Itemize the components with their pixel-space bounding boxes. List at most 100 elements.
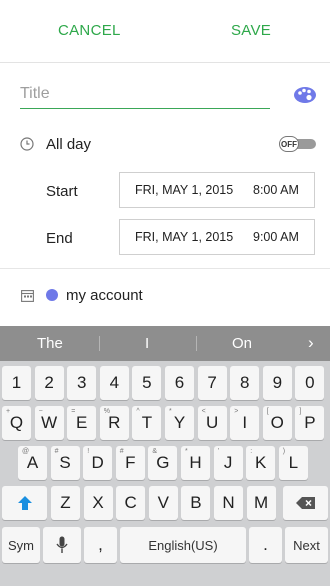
key-label: T <box>141 413 153 432</box>
key-label: Sym <box>8 537 34 553</box>
key-hint: & <box>152 448 158 455</box>
key-f[interactable]: # F <box>115 446 145 480</box>
toggle-state-label: OFF <box>279 136 299 152</box>
key-e[interactable]: = E <box>67 406 97 440</box>
microphone-icon <box>56 536 68 553</box>
expand-suggestions-icon[interactable]: › <box>308 333 314 353</box>
key-hint: [ <box>266 408 269 415</box>
key-hint: * <box>169 408 172 415</box>
key-3[interactable]: 3 <box>67 366 97 400</box>
key-label: 8 <box>239 373 250 392</box>
key-r[interactable]: % R <box>99 406 129 440</box>
key-o[interactable]: [O <box>262 406 292 440</box>
key-w[interactable]: − W <box>34 406 64 440</box>
clock-icon <box>20 137 34 151</box>
key-hint: # <box>119 448 124 455</box>
suggestion-1[interactable]: The <box>37 335 63 352</box>
key-6[interactable]: 6 <box>165 366 194 400</box>
key-hint: # <box>54 448 59 455</box>
key-label: S <box>59 453 71 472</box>
key-label: D <box>91 453 104 472</box>
cancel-button[interactable]: CANCEL <box>58 22 121 39</box>
backspace-icon[interactable] <box>283 486 328 520</box>
key-label: 7 <box>207 373 217 392</box>
key-label: E <box>76 413 88 432</box>
key-g[interactable]: & G <box>148 446 178 480</box>
key-9[interactable]: 9 <box>262 366 292 400</box>
key-z[interactable]: Z <box>51 486 80 520</box>
shift-icon[interactable] <box>2 486 47 520</box>
key-label: Z <box>60 493 71 512</box>
shift-arrow-icon <box>17 496 32 510</box>
key-hint: % <box>103 408 111 415</box>
key-label: . <box>263 535 268 554</box>
key-2[interactable]: 2 <box>34 366 64 400</box>
key-label: Q <box>9 413 24 432</box>
key-1[interactable]: 1 <box>2 366 31 400</box>
key-a[interactable]: @ A <box>18 446 47 480</box>
space-key[interactable]: English(US) <box>120 527 246 563</box>
next-key[interactable]: Next <box>285 527 328 563</box>
key-label: Y <box>173 413 186 432</box>
key-label: W <box>41 413 58 432</box>
key-k[interactable]: :K <box>246 446 276 480</box>
key-v[interactable]: V <box>148 486 178 520</box>
key-label: R <box>108 413 121 432</box>
key-hint: < <box>201 408 206 415</box>
comma-key[interactable]: , <box>84 527 117 563</box>
key-u[interactable]: < U <box>197 406 227 440</box>
key-d[interactable]: ! D <box>83 446 113 480</box>
key-n[interactable]: N <box>214 486 243 520</box>
key-label: , <box>98 535 103 554</box>
key-5[interactable]: 5 <box>132 366 162 400</box>
key-7[interactable]: 7 <box>197 366 227 400</box>
key-hint: − <box>38 408 43 415</box>
key-8[interactable]: 8 <box>230 366 260 400</box>
key-label: A <box>26 453 39 472</box>
key-hint: * <box>185 448 188 455</box>
key-m[interactable]: M <box>246 486 276 520</box>
save-button[interactable]: SAVE <box>231 22 271 39</box>
sym-key[interactable]: Sym <box>2 527 40 563</box>
key-y[interactable]: * Y <box>165 406 194 440</box>
key-label: V <box>157 493 169 512</box>
period-key[interactable]: . <box>249 527 282 563</box>
calendar-icon <box>21 290 34 302</box>
end-datetime-field[interactable]: FRI, MAY 1, 2015 9:00 AM <box>119 219 315 255</box>
key-j[interactable]: ' J <box>213 446 243 480</box>
mic-key[interactable] <box>43 527 81 563</box>
start-datetime-field[interactable]: FRI, MAY 1, 2015 8:00 AM <box>119 172 315 208</box>
key-l[interactable]: ) L <box>278 446 308 480</box>
key-label: Next <box>293 537 320 553</box>
key-b[interactable]: B <box>181 486 211 520</box>
key-label: K <box>255 453 267 472</box>
suggestion-2[interactable]: I <box>145 335 149 352</box>
key-hint: ) <box>282 448 286 455</box>
key-label: H <box>189 453 202 472</box>
key-4[interactable]: 4 <box>99 366 129 400</box>
key-x[interactable]: X <box>83 486 113 520</box>
action-bar: CANCEL SAVE <box>0 0 330 63</box>
key-c[interactable]: C <box>116 486 146 520</box>
key-label: 4 <box>109 373 120 392</box>
key-label: 6 <box>174 373 185 392</box>
account-color-dot <box>46 289 58 301</box>
key-label: C <box>124 493 137 512</box>
calendar-account[interactable]: my account <box>66 287 143 304</box>
key-p[interactable]: ] P <box>295 406 325 440</box>
all-day-label: All day <box>46 136 92 153</box>
suggestion-3[interactable]: On <box>232 335 252 352</box>
key-0[interactable]: 0 <box>295 366 325 400</box>
key-hint: = <box>71 408 76 415</box>
key-h[interactable]: * H <box>181 446 210 480</box>
key-s[interactable]: # S <box>50 446 80 480</box>
key-i[interactable]: > I <box>230 406 260 440</box>
key-label: L <box>288 453 299 472</box>
key-label: 5 <box>142 373 152 392</box>
divider <box>0 268 330 269</box>
all-day-toggle[interactable]: OFF <box>279 136 316 152</box>
title-input[interactable] <box>20 80 270 109</box>
key-t[interactable]: ^ T <box>132 406 162 440</box>
palette-icon[interactable] <box>293 86 317 104</box>
key-q[interactable]: + Q <box>2 406 31 440</box>
